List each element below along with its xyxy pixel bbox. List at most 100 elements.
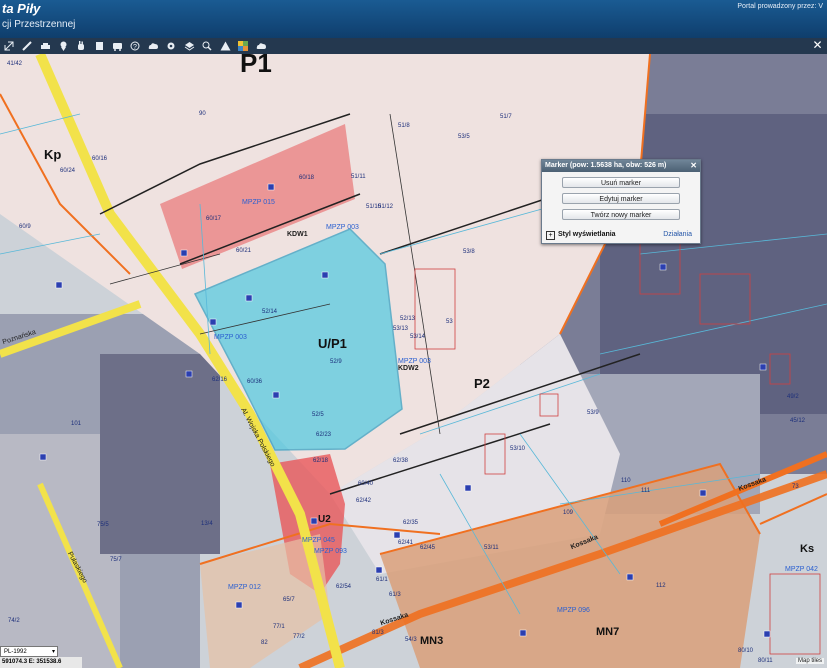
plot-label: 101 bbox=[71, 421, 82, 427]
plot-label: 62/38 bbox=[393, 458, 409, 464]
plot-label: 51/11 bbox=[351, 174, 366, 180]
plot-label: 53/13 bbox=[393, 326, 409, 332]
expand-icon[interactable]: + bbox=[546, 231, 555, 240]
zone-label: MN3 bbox=[420, 635, 444, 647]
plot-label: 61/1 bbox=[376, 577, 388, 583]
plot-label: 60/18 bbox=[299, 175, 315, 181]
portal-info: Portal prowadzony przez: V bbox=[737, 3, 823, 10]
plot-label: 49/2 bbox=[787, 394, 799, 400]
mpzp-label: MPZP 003 bbox=[214, 334, 247, 341]
plot-label: 60/24 bbox=[60, 168, 76, 174]
edit-marker-button[interactable]: Edytuj marker bbox=[562, 193, 680, 204]
plot-label: 60/36 bbox=[247, 379, 263, 385]
zone-label: Kp bbox=[44, 147, 62, 162]
crs-select[interactable]: PL-1992 ▾ bbox=[0, 646, 58, 657]
plot-label: 60/9 bbox=[19, 224, 31, 230]
zone-label: P1 bbox=[240, 54, 272, 78]
crs-value: PL-1992 bbox=[4, 649, 27, 655]
hand-icon[interactable] bbox=[72, 38, 90, 54]
plot-label: 77/1 bbox=[273, 624, 285, 630]
create-marker-button[interactable]: Twórz nowy marker bbox=[562, 209, 680, 220]
map-attribution: Map tiles bbox=[795, 658, 824, 664]
mpzp-label: MPZP 012 bbox=[228, 584, 261, 591]
plot-label: 51/12 bbox=[378, 204, 394, 210]
close-icon[interactable]: ✕ bbox=[811, 39, 824, 52]
plot-label: 53/11 bbox=[484, 545, 499, 551]
zone-label: Ks bbox=[800, 543, 815, 555]
zone-label: U2 bbox=[318, 514, 331, 525]
color-grid-icon[interactable] bbox=[234, 38, 252, 54]
plot-label: 90 bbox=[199, 111, 206, 117]
coordinate-readout: 591074.3 E: 351538.6 bbox=[0, 657, 82, 668]
plot-label: 75/5 bbox=[97, 522, 109, 528]
plot-label: 62/42 bbox=[356, 498, 372, 504]
warning-icon[interactable] bbox=[216, 38, 234, 54]
plot-label: 53/5 bbox=[458, 134, 470, 140]
plot-label: 109 bbox=[563, 510, 574, 516]
map-canvas[interactable]: P1 Kp U/P1 P2 U2 MN3 MN7 Ks KDW1 KDW2 41… bbox=[0, 54, 827, 668]
plot-label: 41/42 bbox=[7, 61, 23, 67]
close-icon[interactable]: ✕ bbox=[690, 160, 697, 172]
zone-label: U/P1 bbox=[318, 336, 347, 351]
plot-label: 52/13 bbox=[400, 316, 416, 322]
pin-icon[interactable] bbox=[54, 38, 72, 54]
layers-icon[interactable] bbox=[180, 38, 198, 54]
cloud-upload-icon[interactable] bbox=[144, 38, 162, 54]
plot-label: 112 bbox=[656, 583, 666, 589]
plot-label: 52/9 bbox=[330, 359, 342, 365]
car-icon[interactable] bbox=[36, 38, 54, 54]
popup-footer: + Styl wyświetlania Działania bbox=[542, 231, 700, 241]
app-header: ta Piły cji Przestrzennej Portal prowadz… bbox=[0, 0, 827, 38]
actions-link[interactable]: Działania bbox=[663, 231, 692, 238]
plot-label: 52/5 bbox=[312, 412, 324, 418]
mpzp-label: MPZP 093 bbox=[314, 548, 347, 555]
mpzp-label: MPZP 003 bbox=[398, 358, 431, 365]
plot-label: 62/54 bbox=[336, 584, 352, 590]
plot-label: 53/8 bbox=[463, 249, 475, 255]
plot-label: 74/2 bbox=[8, 618, 20, 624]
plot-label: 52/14 bbox=[262, 309, 278, 315]
zone-label: KDW1 bbox=[287, 231, 308, 238]
plot-label: 60/40 bbox=[358, 481, 374, 487]
plot-label: 62/41 bbox=[398, 540, 414, 546]
app-title: ta Piły bbox=[2, 1, 41, 16]
mpzp-label: MPZP 015 bbox=[242, 199, 275, 206]
plot-label: 53/9 bbox=[587, 410, 599, 416]
marker-popup: Marker (pow: 1.5638 ha, obw: 526 m) ✕ Us… bbox=[541, 159, 701, 244]
plot-label: 65/7 bbox=[283, 597, 295, 603]
plot-label: 82 bbox=[261, 640, 268, 646]
plot-label: 62/23 bbox=[316, 432, 332, 438]
bus-icon[interactable] bbox=[108, 38, 126, 54]
plot-label: 77/2 bbox=[293, 634, 305, 640]
plot-label: 54/3 bbox=[405, 637, 417, 643]
plot-label: 75/7 bbox=[110, 557, 122, 563]
plot-label: 60/21 bbox=[236, 248, 252, 254]
plot-label: 80/11 bbox=[758, 658, 773, 664]
plot-label: 62/35 bbox=[403, 520, 419, 526]
plot-label: 13/4 bbox=[201, 521, 213, 527]
delete-marker-button[interactable]: Usuń marker bbox=[562, 177, 680, 188]
document-icon[interactable] bbox=[90, 38, 108, 54]
plot-label: 110 bbox=[621, 478, 631, 484]
plot-label: 81/3 bbox=[372, 630, 384, 636]
popup-title: Marker (pow: 1.5638 ha, obw: 526 m) bbox=[545, 162, 667, 169]
plot-label: 62/16 bbox=[212, 377, 228, 383]
plot-label: 60/17 bbox=[206, 216, 222, 222]
plot-label: 60/16 bbox=[92, 156, 108, 162]
display-style-label[interactable]: Styl wyświetlania bbox=[558, 231, 616, 238]
measure-icon[interactable] bbox=[18, 38, 36, 54]
zone-label: P2 bbox=[474, 376, 490, 391]
app-subtitle: cji Przestrzennej bbox=[2, 19, 76, 30]
plot-label: 45/12 bbox=[790, 418, 806, 424]
resize-icon[interactable] bbox=[0, 38, 18, 54]
zoom-icon[interactable] bbox=[198, 38, 216, 54]
cloud-icon[interactable] bbox=[252, 38, 270, 54]
help-icon[interactable]: ? bbox=[126, 38, 144, 54]
mpzp-label: MPZP 045 bbox=[302, 537, 335, 544]
mpzp-label: MPZP 003 bbox=[326, 224, 359, 231]
zone-label: MN7 bbox=[596, 626, 620, 638]
plot-label: 51/7 bbox=[500, 114, 512, 120]
settings-icon[interactable] bbox=[162, 38, 180, 54]
plot-label: 53/10 bbox=[510, 446, 526, 452]
zone-label: KDW2 bbox=[398, 365, 419, 372]
